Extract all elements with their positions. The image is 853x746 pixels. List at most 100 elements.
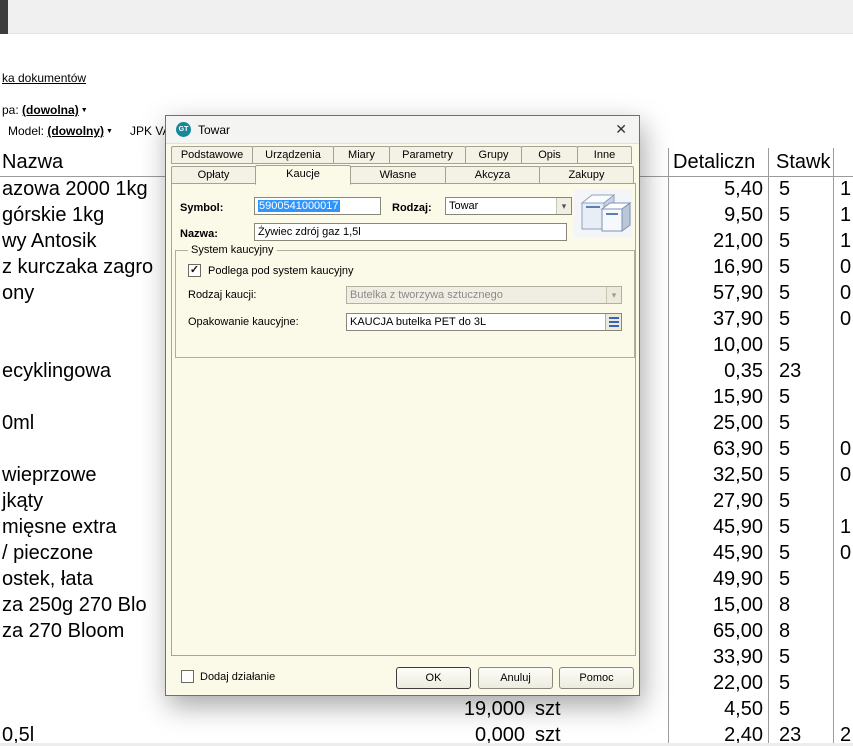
cell-extra xyxy=(835,332,853,358)
cell-extra: 0 xyxy=(840,438,852,460)
cell-retail: 0,35 xyxy=(724,360,763,382)
cell-rate: 5 xyxy=(779,308,791,330)
list-picker-button[interactable] xyxy=(605,314,621,330)
packaging-row: Opakowanie kaucyjne: KAUCJA butelka PET … xyxy=(188,313,622,331)
documents-link[interactable]: ka dokumentów xyxy=(2,71,86,85)
cell-retail: 25,00 xyxy=(712,412,763,434)
cell-retail: 16,90 xyxy=(712,256,763,278)
cell-extra: 0 xyxy=(840,464,852,486)
nazwa-input[interactable]: Żywiec zdrój gaz 1,5l xyxy=(254,223,567,241)
chevron-down-icon[interactable]: ▼ xyxy=(81,107,88,114)
cell-extra xyxy=(835,592,853,618)
tab-opis[interactable]: Opis xyxy=(521,146,578,164)
product-image xyxy=(574,189,632,237)
cell-rate: 5 xyxy=(779,334,791,356)
deposit-type-label: Rodzaj kaucji: xyxy=(188,289,257,301)
cell-rate: 5 xyxy=(779,672,791,694)
filter-group-value[interactable]: (dowolna) xyxy=(22,103,79,117)
cell-retail: 10,00 xyxy=(712,334,763,356)
cell-rate: 8 xyxy=(779,594,791,616)
cell-extra: 0 xyxy=(840,308,852,330)
cell-retail: 21,00 xyxy=(712,230,763,252)
symbol-selected-text: 5900541000017 xyxy=(258,200,340,212)
deposit-checkbox[interactable]: ✓ xyxy=(188,264,201,277)
chevron-down-icon[interactable]: ▾ xyxy=(556,198,571,214)
cell-retail: 15,00 xyxy=(712,594,763,616)
cell-retail: 9,50 xyxy=(724,204,763,226)
tab-wlasne[interactable]: Własne xyxy=(350,166,446,184)
chevron-down-icon: ▾ xyxy=(606,287,621,303)
tab-podstawowe[interactable]: Podstawowe xyxy=(171,146,253,164)
table-row[interactable]: 19,000 szt 4,50 5 xyxy=(0,696,853,722)
deposit-checkbox-label: Podlega pod system kaucyjny xyxy=(208,264,354,277)
deposit-group-title: System kaucyjny xyxy=(191,244,274,256)
cell-gap xyxy=(570,696,670,722)
tab-parametry[interactable]: Parametry xyxy=(389,146,466,164)
cell-retail: 49,90 xyxy=(712,568,763,590)
screen: ka dokumentów pa: (dowolna) ▼ Model: (dow… xyxy=(0,0,853,746)
cell-retail: 37,90 xyxy=(712,308,763,330)
add-action-checkbox[interactable] xyxy=(181,670,194,683)
deposit-group: System kaucyjny ✓ Podlega pod system kau… xyxy=(175,244,635,358)
cell-extra xyxy=(835,358,853,384)
cell-retail: 45,90 xyxy=(712,516,763,538)
cell-qty: 19,000 xyxy=(463,698,525,720)
cell-retail: 33,90 xyxy=(712,646,763,668)
chevron-down-icon[interactable]: ▼ xyxy=(106,128,113,135)
cell-retail: 45,90 xyxy=(712,542,763,564)
cell-extra: 0 xyxy=(840,282,852,304)
filter-model-label: Model: xyxy=(8,124,45,138)
tab-inne[interactable]: Inne xyxy=(577,146,632,164)
add-action-label: Dodaj działanie xyxy=(200,671,276,683)
tab-akcyza[interactable]: Akcyza xyxy=(445,166,540,184)
window-edge xyxy=(0,0,8,34)
deposit-checkbox-row: ✓ Podlega pod system kaucyjny xyxy=(188,264,622,277)
header-rate[interactable]: Stawk xyxy=(770,148,835,176)
cell-rate: 5 xyxy=(779,438,791,460)
cell-extra: 1 xyxy=(840,230,852,252)
deposit-type-value: Butelka z tworzywa sztucznego xyxy=(350,289,503,301)
symbol-input[interactable]: 5900541000017 xyxy=(254,197,381,215)
cell-retail: 63,90 xyxy=(712,438,763,460)
cell-extra xyxy=(835,696,853,722)
cell-rate: 5 xyxy=(779,568,791,590)
filter-model-value[interactable]: (dowolny) xyxy=(47,124,104,138)
tab-urzadzenia[interactable]: Urządzenia xyxy=(252,146,334,164)
tab-strip-row1: Podstawowe Urządzenia Miary Parametry Gr… xyxy=(171,145,632,164)
cell-retail: 57,90 xyxy=(712,282,763,304)
filter-model-row: Model: (dowolny) ▼ xyxy=(8,124,113,138)
cell-rate: 5 xyxy=(779,204,791,226)
ok-button[interactable]: OK xyxy=(396,667,471,689)
top-toolbar xyxy=(0,0,853,34)
close-icon[interactable]: ✕ xyxy=(613,121,629,138)
tab-oplaty[interactable]: Opłaty xyxy=(171,166,256,184)
cell-extra: 0 xyxy=(840,542,852,564)
cell-retail: 32,50 xyxy=(712,464,763,486)
cell-retail: 27,90 xyxy=(712,490,763,512)
help-button[interactable]: Pomoc xyxy=(559,667,634,689)
cell-rate: 5 xyxy=(779,230,791,252)
cancel-button[interactable]: Anuluj xyxy=(478,667,553,689)
cell-rate: 5 xyxy=(779,464,791,486)
cell-unit: szt xyxy=(535,698,561,720)
cell-retail: 22,00 xyxy=(712,672,763,694)
cell-rate: 5 xyxy=(779,386,791,408)
cell-extra xyxy=(835,566,853,592)
cell-extra xyxy=(835,410,853,436)
cell-extra xyxy=(835,670,853,696)
tab-strip-row2: Opłaty Kaucje Własne Akcyza Zakupy xyxy=(171,164,634,185)
tab-kaucje[interactable]: Kaucje xyxy=(255,165,351,185)
cell-rate: 5 xyxy=(779,516,791,538)
dialog-titlebar[interactable]: GT Towar ✕ xyxy=(166,116,639,144)
rodzaj-combobox[interactable]: Towar ▾ xyxy=(445,197,572,215)
cell-retail: 5,40 xyxy=(724,178,763,200)
filter-group-label: pa: xyxy=(2,103,19,117)
cell-rate: 23 xyxy=(779,360,802,382)
header-retail[interactable]: Detaliczn xyxy=(670,148,770,176)
tab-grupy[interactable]: Grupy xyxy=(465,146,522,164)
packaging-input[interactable]: KAUCJA butelka PET do 3L xyxy=(346,313,622,331)
filter-group-row: pa: (dowolna) ▼ xyxy=(2,103,88,117)
tab-zakupy[interactable]: Zakupy xyxy=(539,166,634,184)
cell-rate: 5 xyxy=(779,256,791,278)
tab-miary[interactable]: Miary xyxy=(333,146,390,164)
